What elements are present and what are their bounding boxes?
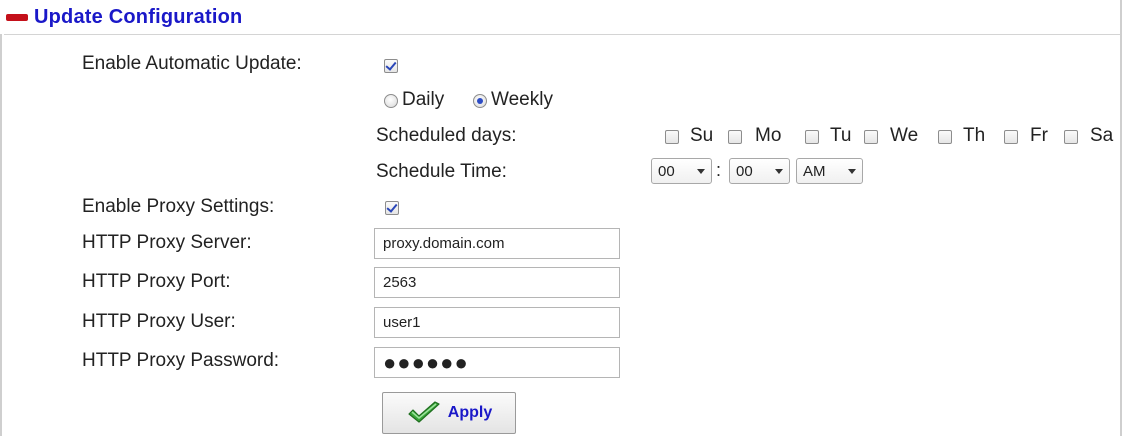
proxy-user-label: HTTP Proxy User: <box>82 311 236 332</box>
day-checkbox-mo[interactable] <box>728 130 742 144</box>
apply-button-label: Apply <box>447 404 493 421</box>
day-label-th: Th <box>963 125 986 146</box>
weekly-radio[interactable] <box>473 94 487 108</box>
section-header[interactable]: Update Configuration <box>4 0 1120 35</box>
time-separator: : <box>716 160 722 180</box>
scheduled-days-label: Scheduled days: <box>376 125 517 146</box>
day-checkbox-su[interactable] <box>665 130 679 144</box>
proxy-password-label: HTTP Proxy Password: <box>82 350 280 371</box>
day-label-fr: Fr <box>1030 125 1048 146</box>
day-checkbox-tu[interactable] <box>805 130 819 144</box>
ampm-select[interactable]: AM <box>796 158 863 184</box>
proxy-server-input[interactable] <box>374 228 620 259</box>
apply-button[interactable]: Apply <box>382 392 516 434</box>
proxy-port-input[interactable] <box>374 267 620 298</box>
day-label-sa: Sa <box>1090 125 1114 146</box>
day-checkbox-we[interactable] <box>864 130 878 144</box>
day-label-su: Su <box>690 125 714 146</box>
proxy-server-label: HTTP Proxy Server: <box>82 232 252 253</box>
chevron-down-icon <box>775 169 783 174</box>
enable-proxy-label: Enable Proxy Settings: <box>82 196 275 217</box>
section-title: Update Configuration <box>34 5 243 28</box>
chevron-down-icon <box>848 169 856 174</box>
chevron-down-icon <box>697 169 705 174</box>
hour-select-value: 00 <box>658 162 675 180</box>
daily-radio-label: Daily <box>402 89 445 110</box>
daily-radio[interactable] <box>384 94 398 108</box>
day-label-we: We <box>890 125 919 146</box>
day-checkbox-sa[interactable] <box>1064 130 1078 144</box>
proxy-password-input[interactable] <box>374 347 620 378</box>
enable-auto-update-checkbox[interactable] <box>384 59 398 73</box>
day-label-tu: Tu <box>830 125 852 146</box>
hour-select[interactable]: 00 <box>651 158 712 184</box>
checkmark-icon <box>408 401 440 423</box>
weekly-radio-label: Weekly <box>491 89 553 110</box>
enable-proxy-checkbox[interactable] <box>385 201 399 215</box>
proxy-port-label: HTTP Proxy Port: <box>82 271 231 292</box>
panel-left-border <box>0 34 2 436</box>
minute-select-value: 00 <box>736 162 753 180</box>
day-checkbox-th[interactable] <box>938 130 952 144</box>
collapse-minus-icon[interactable] <box>6 13 28 21</box>
minute-select[interactable]: 00 <box>729 158 790 184</box>
day-label-mo: Mo <box>755 125 782 146</box>
proxy-user-input[interactable] <box>374 307 620 338</box>
ampm-select-value: AM <box>803 162 826 180</box>
day-checkbox-fr[interactable] <box>1004 130 1018 144</box>
schedule-time-label: Schedule Time: <box>376 161 507 182</box>
enable-auto-update-label: Enable Automatic Update: <box>82 53 302 74</box>
